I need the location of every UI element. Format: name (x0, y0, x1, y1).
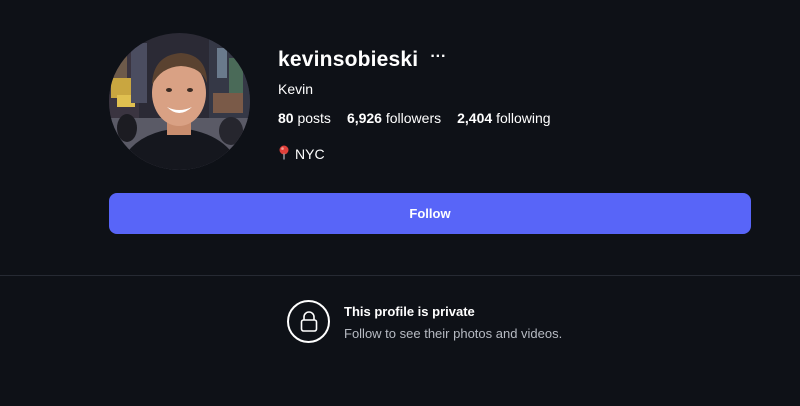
follow-button[interactable]: Follow (109, 193, 751, 234)
following-count: 2,404 (457, 110, 493, 126)
lock-icon (287, 300, 330, 343)
profile-stats: 80 posts 6,926 followers 2,404 following (278, 110, 551, 126)
avatar[interactable] (109, 33, 250, 170)
following-label: following (496, 110, 551, 126)
followers-label: followers (385, 110, 442, 126)
private-title: This profile is private (344, 304, 475, 319)
location: NYC (278, 145, 325, 163)
section-divider (0, 275, 800, 276)
full-name: Kevin (278, 81, 314, 97)
avatar-photo (109, 33, 250, 170)
following-stat[interactable]: 2,404 following (457, 110, 550, 126)
private-subtitle: Follow to see their photos and videos. (344, 326, 563, 341)
pin-icon (278, 145, 290, 163)
username-row: kevinsobieski ··· (278, 48, 446, 72)
posts-count: 80 (278, 110, 294, 126)
profile-page: kevinsobieski ··· Kevin 80 posts 6,926 f… (0, 0, 800, 406)
posts-label: posts (297, 110, 331, 126)
location-text: NYC (295, 146, 325, 162)
posts-stat[interactable]: 80 posts (278, 110, 331, 126)
followers-count: 6,926 (346, 110, 382, 126)
followers-stat[interactable]: 6,926 followers (347, 110, 441, 126)
username: kevinsobieski (278, 48, 419, 71)
more-options-icon[interactable]: ··· (430, 49, 446, 65)
